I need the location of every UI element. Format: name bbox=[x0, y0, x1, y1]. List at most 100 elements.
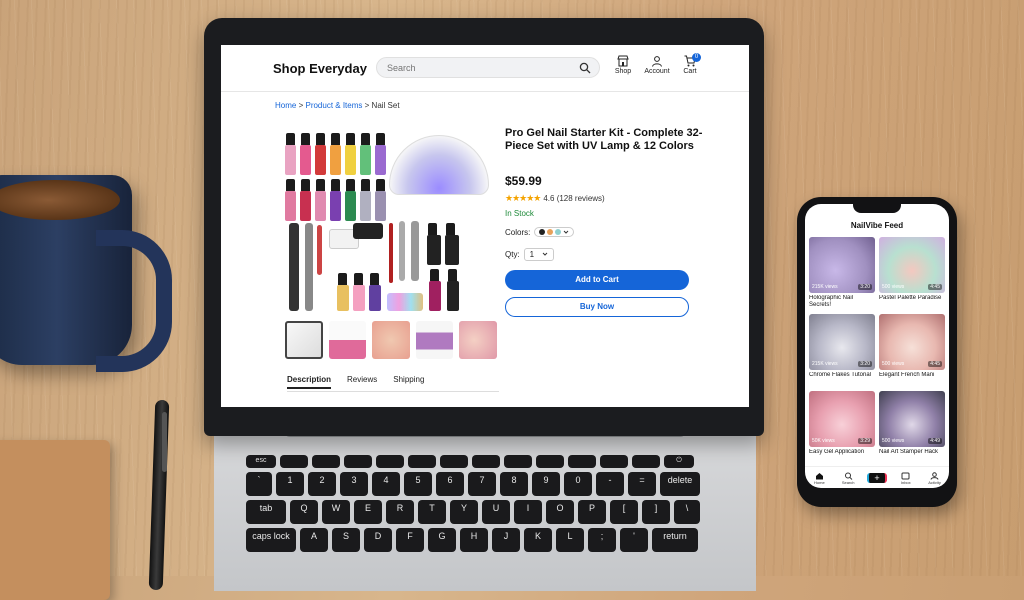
key-quote[interactable]: ' bbox=[620, 528, 648, 552]
key-a[interactable]: A bbox=[300, 528, 328, 552]
nav-home[interactable]: Home bbox=[809, 472, 829, 485]
key-e[interactable]: E bbox=[354, 500, 382, 524]
key-3[interactable]: 3 bbox=[340, 472, 368, 496]
video-card[interactable]: 50K views 3:29 Easy Gel Application bbox=[809, 391, 875, 465]
product-main-image[interactable] bbox=[281, 125, 495, 315]
thumbnail-lamp[interactable] bbox=[328, 321, 367, 359]
key-u[interactable]: U bbox=[482, 500, 510, 524]
key-7[interactable]: 7 bbox=[468, 472, 496, 496]
key-8[interactable]: 8 bbox=[500, 472, 528, 496]
nav-inbox[interactable]: Inbox bbox=[896, 472, 916, 485]
tab-shipping[interactable]: Shipping bbox=[393, 375, 424, 389]
power-key[interactable]: ⏻ bbox=[664, 455, 694, 468]
key-p[interactable]: P bbox=[578, 500, 606, 524]
key-backslash[interactable]: \ bbox=[674, 500, 700, 524]
nav-create[interactable]: + bbox=[866, 473, 887, 483]
top-coat-bottle bbox=[445, 223, 459, 265]
key-h[interactable]: H bbox=[460, 528, 488, 552]
color-swatch[interactable] bbox=[555, 229, 562, 235]
key-semicolon[interactable]: ; bbox=[588, 528, 616, 552]
key-f6[interactable] bbox=[440, 455, 468, 468]
search-input[interactable] bbox=[385, 62, 569, 74]
cart-nav[interactable]: 0 Cart bbox=[674, 53, 706, 75]
key-5[interactable]: 5 bbox=[404, 472, 432, 496]
key-tab[interactable]: tab bbox=[246, 500, 286, 524]
key-w[interactable]: W bbox=[322, 500, 350, 524]
key-esc[interactable]: esc bbox=[246, 455, 276, 468]
key-j[interactable]: J bbox=[492, 528, 520, 552]
key-t[interactable]: T bbox=[418, 500, 446, 524]
search-bar[interactable] bbox=[376, 57, 600, 78]
key-minus[interactable]: - bbox=[596, 472, 624, 496]
key-y[interactable]: Y bbox=[450, 500, 478, 524]
key-f3[interactable] bbox=[344, 455, 372, 468]
video-card[interactable]: 500 views 4:49 Nail Art Stamper Hack bbox=[879, 391, 945, 465]
key-9[interactable]: 9 bbox=[532, 472, 560, 496]
key-return[interactable]: return bbox=[652, 528, 698, 552]
video-card[interactable]: 215K views 3:20 Holographic Nail Secrets… bbox=[809, 237, 875, 311]
thumbnail-bottle[interactable] bbox=[415, 321, 454, 359]
key-s[interactable]: S bbox=[332, 528, 360, 552]
mug-handle bbox=[96, 230, 172, 372]
key-g[interactable]: G bbox=[428, 528, 456, 552]
buy-now-button[interactable]: Buy Now bbox=[505, 297, 689, 317]
key-f7[interactable] bbox=[472, 455, 500, 468]
key-f11[interactable] bbox=[600, 455, 628, 468]
account-nav[interactable]: Account bbox=[641, 55, 673, 75]
thumbnail-manicure[interactable] bbox=[459, 321, 498, 359]
thumbnail-hands[interactable] bbox=[372, 321, 410, 359]
key-backtick[interactable]: ` bbox=[246, 472, 272, 496]
key-k[interactable]: K bbox=[524, 528, 552, 552]
key-right-bracket[interactable]: ] bbox=[642, 500, 670, 524]
key-6[interactable]: 6 bbox=[436, 472, 464, 496]
key-0[interactable]: 0 bbox=[564, 472, 592, 496]
breadcrumb-category[interactable]: Product & Items bbox=[305, 101, 362, 110]
key-caps-lock[interactable]: caps lock bbox=[246, 528, 296, 552]
key-f12[interactable] bbox=[632, 455, 660, 468]
add-to-cart-button[interactable]: Add to Cart bbox=[505, 270, 689, 290]
color-swatch[interactable] bbox=[547, 229, 554, 235]
key-f10[interactable] bbox=[568, 455, 596, 468]
key-d[interactable]: D bbox=[364, 528, 392, 552]
nav-activity[interactable]: Activity bbox=[925, 471, 945, 485]
key-f5[interactable] bbox=[408, 455, 436, 468]
color-dropdown[interactable] bbox=[534, 227, 575, 237]
shop-nav[interactable]: Shop bbox=[607, 55, 639, 75]
colors-label: Colors: bbox=[505, 227, 531, 237]
key-o[interactable]: O bbox=[546, 500, 574, 524]
key-1[interactable]: 1 bbox=[276, 472, 304, 496]
video-card[interactable]: 500 views 4:45 Elegant French Mani bbox=[879, 314, 945, 388]
product-rating[interactable]: ★★★★★ 4.6 (128 reviews) bbox=[505, 193, 605, 204]
key-f2[interactable] bbox=[312, 455, 340, 468]
key-q[interactable]: Q bbox=[290, 500, 318, 524]
key-i[interactable]: I bbox=[514, 500, 542, 524]
laptop-screen: Shop Everyday Shop Account 0 Cart Home >… bbox=[221, 45, 749, 407]
quantity-dropdown[interactable]: 1 bbox=[523, 248, 555, 261]
breadcrumb-home[interactable]: Home bbox=[275, 101, 296, 110]
key-l[interactable]: L bbox=[556, 528, 584, 552]
key-f8[interactable] bbox=[504, 455, 532, 468]
key-f1[interactable] bbox=[280, 455, 308, 468]
thumbnail-kit[interactable] bbox=[285, 321, 323, 359]
color-swatch[interactable] bbox=[539, 229, 546, 235]
key-f[interactable]: F bbox=[396, 528, 424, 552]
qty-label: Qty: bbox=[505, 250, 520, 259]
tab-reviews[interactable]: Reviews bbox=[347, 375, 377, 389]
tab-description[interactable]: Description bbox=[287, 375, 332, 389]
video-card[interactable]: 215K views 3:20 Chrome Flakes Tutorial bbox=[809, 314, 875, 388]
key-f9[interactable] bbox=[536, 455, 564, 468]
video-card[interactable]: 500 views 4:45 Pastel Palette Paradise bbox=[879, 237, 945, 311]
key-4[interactable]: 4 bbox=[372, 472, 400, 496]
key-equals[interactable]: = bbox=[628, 472, 656, 496]
video-grid: 215K views 3:20 Holographic Nail Secrets… bbox=[809, 237, 945, 465]
search-icon[interactable] bbox=[579, 62, 591, 74]
key-r[interactable]: R bbox=[386, 500, 414, 524]
key-delete[interactable]: delete bbox=[660, 472, 700, 496]
site-logo[interactable]: Shop Everyday bbox=[273, 61, 367, 76]
key-left-bracket[interactable]: [ bbox=[610, 500, 638, 524]
key-f4[interactable] bbox=[376, 455, 404, 468]
video-views: 215K views bbox=[812, 284, 838, 290]
shop-label: Shop bbox=[614, 68, 632, 75]
nav-search[interactable]: Search bbox=[838, 472, 858, 485]
key-2[interactable]: 2 bbox=[308, 472, 336, 496]
